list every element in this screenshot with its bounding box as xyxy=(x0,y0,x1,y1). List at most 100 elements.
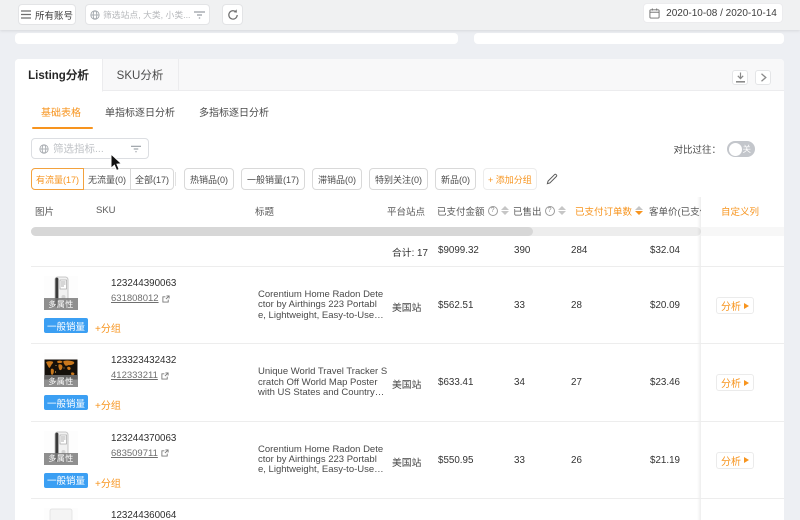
sku-link[interactable]: 412333211 xyxy=(111,370,169,381)
col-header-paid-amount[interactable]: 已支付金额 ? xyxy=(437,204,509,217)
scrollbar-thumb[interactable] xyxy=(31,227,533,236)
col-header-paid-orders[interactable]: 已支付订单数 xyxy=(575,204,643,217)
sku-link[interactable]: 631808012 xyxy=(111,293,170,304)
image-badge: 多属性 xyxy=(44,298,78,310)
download-button[interactable] xyxy=(732,70,748,85)
summary-unit-price: $32.04 xyxy=(650,245,680,256)
paid-orders-value: 28 xyxy=(571,300,582,311)
product-image[interactable] xyxy=(44,508,78,520)
product-title: Corentium Home Radon Dete ctor by Airthi… xyxy=(258,445,390,476)
chip-slow-movers[interactable]: 滞销品(0) xyxy=(312,168,362,190)
product-photo xyxy=(44,508,78,520)
image-badge: 多属性 xyxy=(44,375,78,387)
sku-value: 123323432432 xyxy=(111,355,176,366)
mouse-cursor xyxy=(110,153,123,172)
col-header-label: 已售出 xyxy=(513,204,542,218)
sold-value: 34 xyxy=(514,377,525,388)
col-header-sold[interactable]: 已售出 ? xyxy=(513,204,566,217)
analyze-button[interactable]: 分析 xyxy=(716,297,754,314)
filter-icon xyxy=(194,11,205,19)
traffic-filter-has-traffic[interactable]: 有流量(17) xyxy=(31,168,84,190)
product-title: Corentium Home Radon Dete ctor by Airthi… xyxy=(258,290,390,321)
sku-value: 123244390063 xyxy=(111,278,176,289)
col-header-label: 图片 xyxy=(35,204,54,218)
subtab-single-metric-daily[interactable]: 单指标逐日分析 xyxy=(96,99,184,128)
traffic-filter-all[interactable]: 全部(17) xyxy=(130,168,174,190)
col-header-custom-columns[interactable]: 自定义列 xyxy=(721,204,759,217)
table-row: 多属性 一般销量 +分组 123244370063 683509711 Core… xyxy=(31,422,784,499)
info-icon: ? xyxy=(488,206,498,216)
subtabs: 基础表格 单指标逐日分析 多指标逐日分析 xyxy=(32,99,278,128)
filter-icon xyxy=(131,145,141,153)
tab-sku-analysis-label: SKU分析 xyxy=(117,67,164,83)
chip-new-products[interactable]: 新品(0) xyxy=(435,168,476,190)
row-add-group[interactable]: +分组 xyxy=(95,320,121,335)
date-range-label: 2020-10-08 / 2020-10-14 xyxy=(666,8,777,19)
table-row: 多属性 一般销量 +分组 123244390063 631808012 Core… xyxy=(31,267,784,344)
summary-paid-amount: $9099.32 xyxy=(438,245,479,256)
chip-normal-sales[interactable]: 一般销量(17) xyxy=(241,168,305,190)
col-header-label: 标题 xyxy=(255,204,274,218)
subtab-multi-metric-daily[interactable]: 多指标逐日分析 xyxy=(190,99,278,128)
all-accounts-label: 所有账号 xyxy=(35,8,73,22)
sku-value: 123244360064 xyxy=(111,510,176,520)
site-value: 美国站 xyxy=(392,377,421,391)
row-add-group[interactable]: +分组 xyxy=(95,397,121,412)
edit-groups-icon[interactable] xyxy=(546,173,558,185)
subtab-basic-table[interactable]: 基础表格 xyxy=(32,99,90,128)
sku-link[interactable]: 683509711 xyxy=(111,448,169,459)
col-header-unit-price[interactable]: 客单价(已支付 xyxy=(649,204,701,217)
product-image[interactable]: 多属性 xyxy=(44,276,78,310)
top-toolbar: 所有账号 筛选站点, 大类, 小类... 2020-10-08 / 2020-1… xyxy=(0,0,800,30)
sort-carets xyxy=(635,206,643,215)
chip-hot-sellers[interactable]: 热销品(0) xyxy=(184,168,234,190)
traffic-filter-no-traffic[interactable]: 无流量(0) xyxy=(83,168,131,190)
metric-filter-input[interactable]: 筛选指标... xyxy=(31,138,149,159)
col-header-label: 客单价(已支付 xyxy=(649,204,701,217)
play-icon xyxy=(744,303,749,309)
title-line: e, Lightweight, Easy-to-Use… xyxy=(258,465,390,475)
col-header-sku: SKU xyxy=(96,204,116,217)
sales-tag[interactable]: 一般销量 xyxy=(44,318,88,333)
unit-price-value: $21.19 xyxy=(650,455,680,466)
play-icon xyxy=(744,380,749,386)
compare-switch[interactable]: 关 xyxy=(727,141,755,157)
product-title: Unique World Travel Tracker S cratch Off… xyxy=(258,367,390,398)
table-horizontal-scrollbar[interactable] xyxy=(31,227,701,236)
add-group-button[interactable]: + 添加分组 xyxy=(483,168,537,190)
sku-link-label: 683509711 xyxy=(111,448,158,459)
title-line: e, Lightweight, Easy-to-Use… xyxy=(258,311,390,321)
table-row: 多属性 一般销量 +分组 123323432432 412333211 Uniq… xyxy=(31,344,784,421)
paid-amount-value: $633.41 xyxy=(438,377,473,388)
analysis-panel: SKU分析 Listing分析 基础表格 单指标逐日分析 多指标逐日分析 筛选指… xyxy=(15,59,784,520)
analyze-button[interactable]: 分析 xyxy=(716,374,754,391)
traffic-filter-group: 有流量(17) 无流量(0) 全部(17) xyxy=(31,168,174,190)
chevron-right-icon xyxy=(760,73,767,82)
sold-value: 33 xyxy=(514,455,525,466)
row-add-group[interactable]: +分组 xyxy=(95,475,121,490)
image-badge: 多属性 xyxy=(44,453,78,465)
chip-special-watch[interactable]: 特别关注(0) xyxy=(369,168,428,190)
site-filter-input[interactable]: 筛选站点, 大类, 小类... xyxy=(85,4,210,25)
sku-link-label: 631808012 xyxy=(111,293,159,304)
switch-state-label: 关 xyxy=(742,145,751,154)
title-line: cratch Off World Map Poster xyxy=(258,378,390,388)
sort-carets xyxy=(558,206,566,215)
sales-tag[interactable]: 一般销量 xyxy=(44,473,88,488)
upper-card-right xyxy=(474,33,784,44)
collapse-button[interactable] xyxy=(755,70,771,85)
all-accounts-button[interactable]: 所有账号 xyxy=(18,4,76,25)
refresh-button[interactable] xyxy=(222,4,243,25)
tab-sku-analysis[interactable]: SKU分析 xyxy=(102,59,179,91)
globe-icon xyxy=(90,10,100,20)
product-image[interactable]: 多属性 xyxy=(44,353,78,387)
date-range-button[interactable]: 2020-10-08 / 2020-10-14 xyxy=(643,3,783,23)
divider xyxy=(175,172,176,186)
col-header-label: 平台站点 xyxy=(387,204,425,218)
tab-listing-analysis[interactable]: Listing分析 xyxy=(15,59,103,92)
product-image[interactable]: 多属性 xyxy=(44,431,78,465)
sales-tag[interactable]: 一般销量 xyxy=(44,395,88,410)
compare-past-label: 对比过往： xyxy=(673,142,721,156)
summary-label: 合计: 17 xyxy=(392,245,428,259)
analyze-button[interactable]: 分析 xyxy=(716,452,754,469)
